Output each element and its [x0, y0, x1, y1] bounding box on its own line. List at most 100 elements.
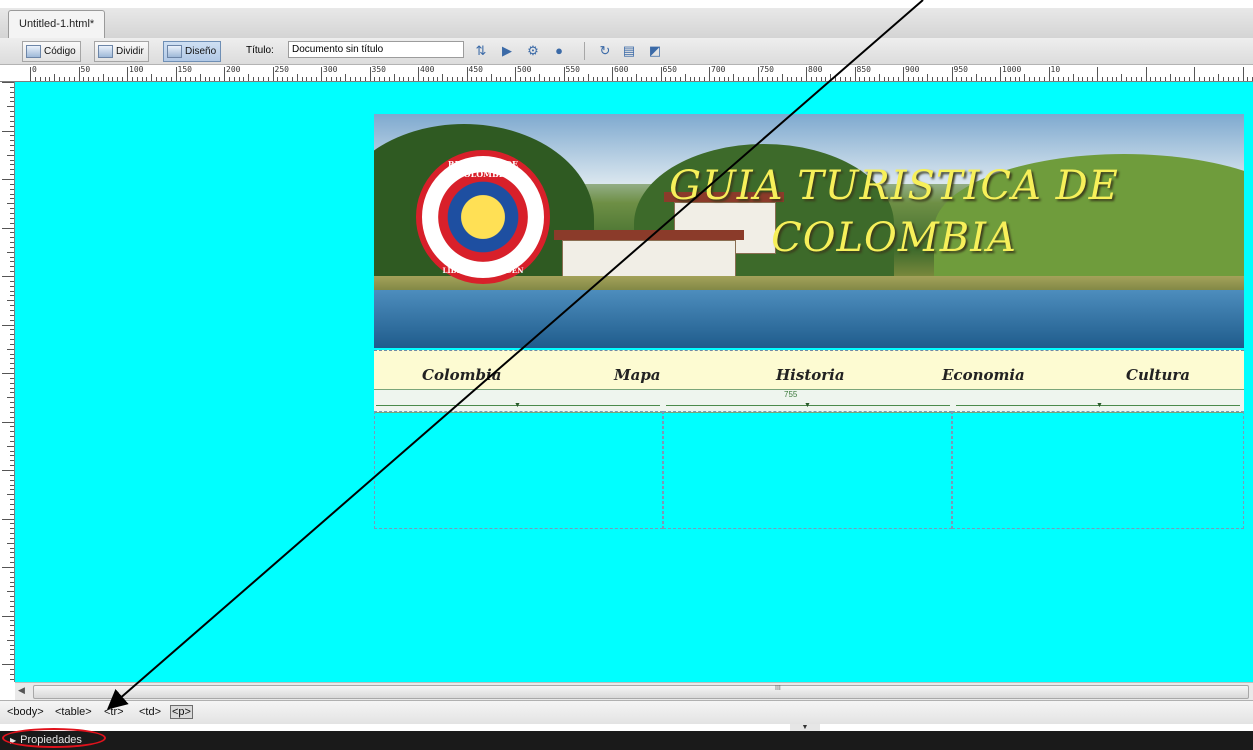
ruler-tick [369, 67, 371, 81]
ruler-tick [956, 77, 958, 81]
ruler-tick [495, 77, 497, 81]
ruler-tick [350, 77, 352, 81]
ruler-tick [1150, 77, 1152, 81]
scroll-left-icon[interactable]: ◀ [18, 685, 25, 696]
ruler-tick [1203, 77, 1205, 81]
document-tab[interactable]: Untitled-1.html* [8, 10, 106, 38]
ruler-tick [679, 77, 681, 81]
ruler-tick [141, 77, 143, 81]
file-management-icon[interactable]: ⇅ [472, 42, 490, 59]
ruler-tick [631, 77, 633, 81]
column-menu-arrow-icon[interactable]: ▼ [514, 402, 521, 409]
scroll-thumb[interactable] [33, 685, 1249, 699]
horizontal-ruler: 0 50 100 150 200 250 300 350 400 450 500 550 600 650 7… [0, 65, 1253, 82]
menu-item-cultura[interactable]: Cultura [1126, 366, 1190, 384]
ruler-tick [267, 77, 269, 81]
title-input[interactable] [288, 41, 464, 58]
refresh-icon[interactable]: ↻ [596, 42, 614, 59]
ruler-tick [388, 77, 390, 81]
column-menu-arrow-icon[interactable]: ▼ [1096, 402, 1103, 409]
table-cell[interactable] [374, 411, 663, 529]
ruler-tick [626, 77, 628, 81]
properties-panel-bar[interactable]: ▶ Propiedades [0, 731, 1253, 750]
ruler-tick [835, 77, 837, 81]
ruler-tick [689, 77, 691, 81]
ruler-number: 900 [905, 65, 920, 74]
ruler-tick [1014, 77, 1016, 81]
ruler-tick [1029, 77, 1031, 81]
ruler-tick [39, 77, 41, 81]
ruler-tick [1169, 74, 1171, 81]
ruler-tick [214, 77, 216, 81]
globe-icon[interactable]: ● [550, 42, 568, 59]
layout-table[interactable]: REPUBLICA DE COLOMBIA LIBERTAD Y ORDEN G… [372, 110, 1247, 530]
design-canvas[interactable]: REPUBLICA DE COLOMBIA LIBERTAD Y ORDEN G… [15, 82, 1253, 682]
view-options-icon[interactable]: ▤ [620, 42, 638, 59]
table-cell[interactable] [952, 411, 1244, 529]
menu-item-economia[interactable]: Economia [942, 366, 1025, 384]
column-menu-arrow-icon[interactable]: ▼ [804, 402, 811, 409]
ruler-tick [398, 77, 400, 81]
ruler-tick [272, 67, 274, 81]
ruler-tick [786, 77, 788, 81]
ruler-tick [2, 82, 14, 83]
preview-browser-icon[interactable]: ▶ [498, 42, 516, 59]
ruler-tick [10, 314, 14, 316]
design-view-button[interactable]: Diseño [163, 41, 222, 62]
ruler-tick [209, 77, 211, 81]
debug-browser-icon[interactable]: ⚙ [524, 42, 542, 59]
ruler-tick [1223, 77, 1225, 81]
ruler-tick [151, 74, 153, 81]
ruler-tick [917, 77, 919, 81]
ruler-tick [1043, 77, 1045, 81]
ruler-tick [10, 499, 14, 501]
ruler-tick [311, 77, 313, 81]
ruler-tick [859, 77, 861, 81]
table-cell[interactable] [663, 411, 952, 529]
ruler-tick [2, 130, 14, 132]
menu-item-colombia[interactable]: Colombia [422, 366, 501, 384]
ruler-tick [10, 140, 14, 142]
ruler-tick [500, 77, 502, 81]
scroll-grip: III [775, 685, 781, 692]
table-width-indicator[interactable]: 755 ▼ ▼ ▼ [374, 389, 1244, 413]
ruler-tick [10, 678, 14, 680]
ruler-tick [447, 77, 449, 81]
code-view-button[interactable]: Código [22, 41, 81, 62]
menu-item-historia[interactable]: Historia [776, 366, 845, 384]
ruler-number: 200 [226, 65, 241, 74]
ruler-tick [830, 74, 832, 81]
visual-aids-icon[interactable]: ◩ [646, 42, 664, 59]
ruler-tick [1077, 77, 1079, 81]
tag-body[interactable]: <body> [7, 706, 44, 718]
ruler-tick [1058, 77, 1060, 81]
tag-td[interactable]: <td> [139, 706, 161, 718]
ruler-tick [10, 557, 14, 559]
ruler-tick [10, 610, 14, 612]
ruler-tick [10, 193, 14, 195]
tag-p[interactable]: <p> [170, 705, 193, 719]
ruler-tick [757, 67, 759, 81]
ruler-tick [7, 300, 14, 302]
ruler-tick [2, 567, 14, 568]
tag-table[interactable]: <table> [55, 706, 92, 718]
menu-item-mapa[interactable]: Mapa [614, 366, 661, 384]
ruler-tick [7, 203, 14, 205]
ruler-tick [1135, 77, 1137, 81]
horizontal-scrollbar[interactable]: ◀ III [15, 682, 1253, 700]
ruler-tick [665, 77, 667, 81]
ruler-number: 1000 [1002, 65, 1022, 74]
tag-selector-bar: <body> <table> <tr> <td> <p> [0, 700, 1253, 724]
tag-tr[interactable]: <tr> [104, 706, 124, 718]
ruler-tick [10, 474, 14, 476]
ruler-tick [553, 77, 555, 81]
split-view-button[interactable]: Dividir [94, 41, 149, 62]
ruler-tick [1092, 77, 1094, 81]
ruler-tick [1237, 77, 1239, 81]
ruler-tick [912, 77, 914, 81]
ruler-tick [660, 67, 662, 81]
ruler-tick [437, 77, 439, 81]
ruler-tick [427, 77, 429, 81]
panel-collapse-handle[interactable]: ▼ [790, 724, 820, 731]
ruler-tick [10, 91, 14, 93]
